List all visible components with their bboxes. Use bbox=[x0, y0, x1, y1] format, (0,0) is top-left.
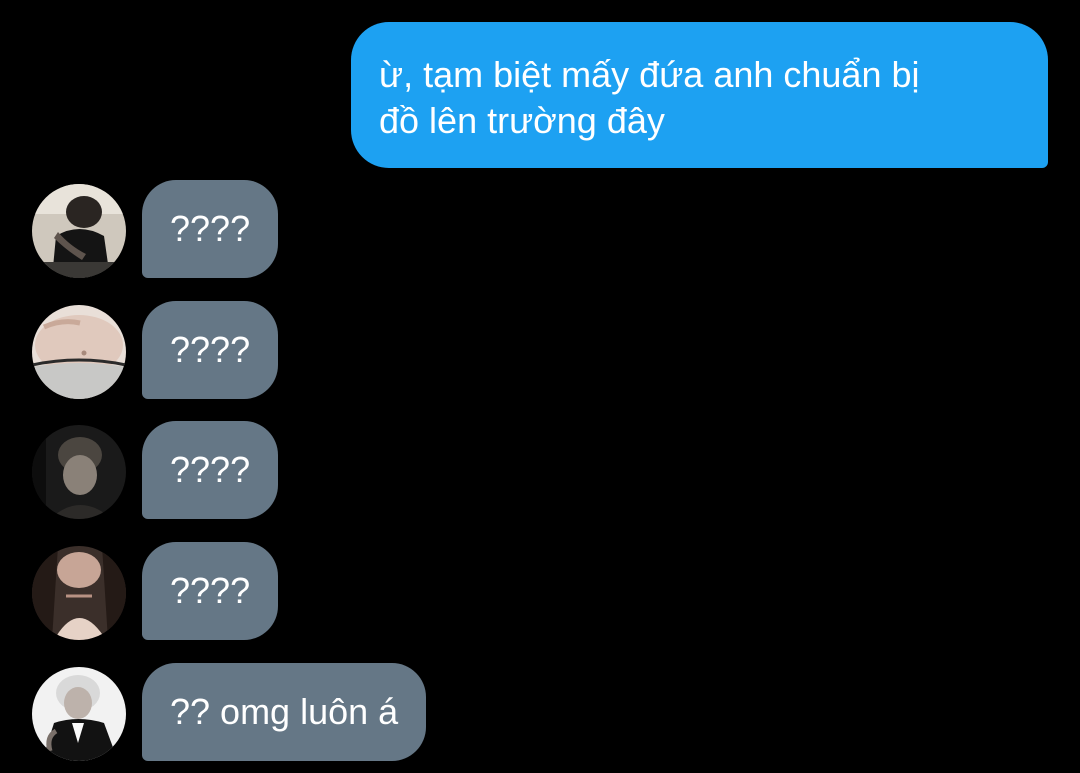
incoming-message-bubble-4[interactable]: ???? bbox=[142, 542, 279, 640]
outgoing-message-line-2: đồ lên trường đây bbox=[379, 100, 665, 141]
incoming-message-row: ???? bbox=[0, 421, 1080, 521]
incoming-message-bubble-3[interactable]: ???? bbox=[142, 421, 279, 519]
incoming-message-bubble-5[interactable]: ?? omg luôn á bbox=[142, 663, 427, 761]
sender-avatar-4[interactable] bbox=[32, 546, 126, 640]
incoming-message-text: ???? bbox=[170, 208, 251, 249]
incoming-message-text: ???? bbox=[170, 329, 251, 370]
incoming-message-row: ???? bbox=[0, 542, 1080, 642]
incoming-message-row: ???? bbox=[0, 180, 1080, 280]
incoming-message-row: ???? bbox=[0, 301, 1080, 401]
incoming-message-text: ?? omg luôn á bbox=[170, 691, 399, 732]
incoming-message-text: ???? bbox=[170, 449, 251, 490]
sender-avatar-3[interactable] bbox=[32, 425, 126, 519]
outgoing-message-line-1: ừ, tạm biệt mấy đứa anh chuẩn bị bbox=[379, 54, 920, 95]
incoming-message-bubble-2[interactable]: ???? bbox=[142, 301, 279, 399]
incoming-message-row: ?? omg luôn á bbox=[0, 663, 1080, 763]
sender-avatar-2[interactable] bbox=[32, 305, 126, 399]
incoming-message-bubble-1[interactable]: ???? bbox=[142, 180, 279, 278]
incoming-message-text: ???? bbox=[170, 570, 251, 611]
chat-thread: ừ, tạm biệt mấy đứa anh chuẩn bị đồ lên … bbox=[0, 0, 1080, 773]
outgoing-message-bubble[interactable]: ừ, tạm biệt mấy đứa anh chuẩn bị đồ lên … bbox=[351, 22, 1048, 168]
sender-avatar-5[interactable] bbox=[32, 667, 126, 761]
sender-avatar-1[interactable] bbox=[32, 184, 126, 278]
